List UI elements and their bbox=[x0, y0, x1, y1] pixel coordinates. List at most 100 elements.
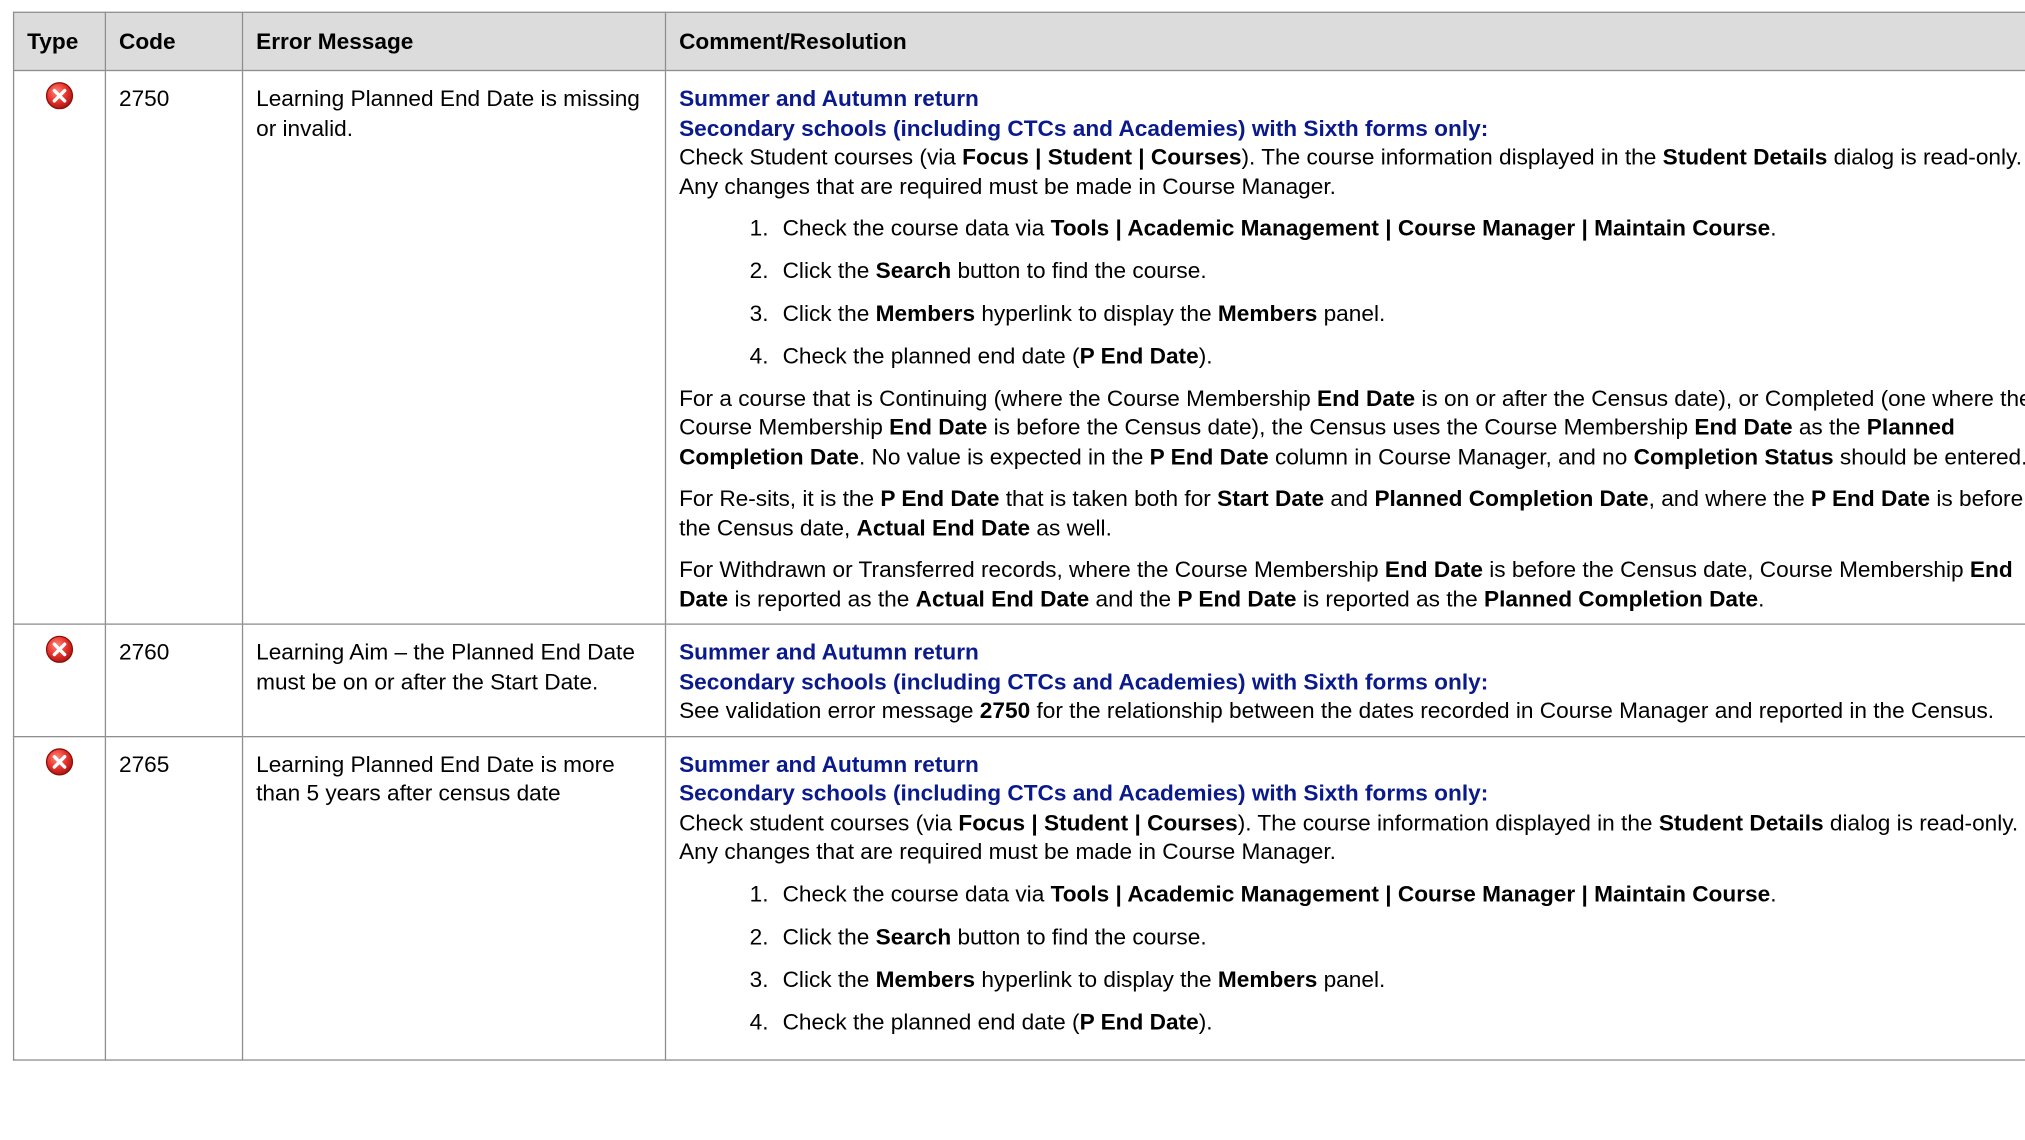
text-run: Click the bbox=[782, 965, 876, 992]
type-cell bbox=[12, 69, 107, 625]
text-run: ). The course information displayed in t… bbox=[1237, 809, 1659, 835]
comment-resolution: Summer and Autumn return Secondary school… bbox=[664, 735, 2025, 1061]
return-heading: Summer and Autumn return bbox=[679, 750, 979, 777]
bold-text: Tools | Academic Management | Course Man… bbox=[1050, 214, 1771, 241]
error-code: 2760 bbox=[104, 623, 244, 737]
bold-text: P End Date bbox=[1810, 485, 1931, 511]
text-run: . bbox=[1770, 880, 1777, 907]
text-run: is reported as the bbox=[1296, 585, 1484, 612]
text-run: Check the course data via bbox=[782, 214, 1051, 241]
text-run: is before the Census date), the Census u… bbox=[987, 413, 1695, 440]
text-run: as well. bbox=[1030, 514, 1112, 541]
bold-text: P End Date bbox=[880, 485, 1000, 511]
bold-text: Search bbox=[875, 257, 952, 284]
text-run: ). The course information displayed in t… bbox=[1241, 143, 1663, 170]
bold-text: P End Date bbox=[1149, 443, 1269, 469]
bold-text: Student Details bbox=[1662, 143, 1828, 170]
step-item: Click the Search button to find the cour… bbox=[775, 922, 2025, 951]
bold-text: Members bbox=[875, 965, 976, 992]
bold-text: Planned Completion Date bbox=[1374, 485, 1649, 511]
text-run: hyperlink to display the bbox=[975, 300, 1218, 326]
step-item: Check the course data via Tools | Academ… bbox=[775, 879, 2025, 908]
text-run: column in Course Manager, and no bbox=[1268, 443, 1634, 469]
text-run: ). bbox=[1198, 342, 1213, 369]
type-cell bbox=[12, 623, 107, 737]
text-run: Click the bbox=[782, 257, 876, 284]
error-x-icon bbox=[45, 747, 74, 775]
text-run: . bbox=[1758, 585, 1765, 612]
bold-text: Actual End Date bbox=[856, 514, 1031, 541]
bold-text: P End Date bbox=[1177, 585, 1297, 612]
bold-text: P End Date bbox=[1079, 342, 1199, 369]
text-run: should be entered. bbox=[1833, 443, 2025, 469]
bold-text: Members bbox=[875, 300, 976, 326]
intro-paragraph: See validation error message 2750 for th… bbox=[679, 696, 2025, 725]
text-run: is before the Census date, Course Member… bbox=[1482, 556, 1970, 583]
steps-list: Check the course data via Tools | Academ… bbox=[679, 879, 2025, 1036]
table-row: 2765 Learning Planned End Date is more th… bbox=[12, 735, 2025, 1061]
bold-text: Actual End Date bbox=[915, 585, 1090, 612]
col-header-error-message: Error Message bbox=[241, 11, 667, 72]
school-scope-heading: Secondary schools (including CTCs and Ac… bbox=[679, 779, 1489, 806]
bold-text: P End Date bbox=[1079, 1008, 1199, 1035]
text-run: and bbox=[1324, 485, 1375, 511]
text-run: panel. bbox=[1317, 300, 1386, 326]
step-item: Click the Members hyperlink to display t… bbox=[775, 299, 2025, 328]
text-run: Click the bbox=[782, 922, 876, 949]
col-header-comment: Comment/Resolution bbox=[664, 11, 2025, 72]
bold-text: Focus | Student | Courses bbox=[962, 143, 1242, 170]
error-x-icon bbox=[45, 635, 74, 663]
table-row: 2750 Learning Planned End Date is missing… bbox=[12, 69, 2025, 625]
error-x-icon bbox=[45, 81, 74, 110]
table-body: 2750 Learning Planned End Date is missing… bbox=[12, 69, 2025, 1061]
col-header-type: Type bbox=[12, 11, 107, 72]
bold-text: Completion Status bbox=[1633, 443, 1834, 469]
bold-text: Focus | Student | Courses bbox=[958, 809, 1238, 835]
text-run: Check student courses (via bbox=[679, 809, 959, 835]
step-item: Click the Members hyperlink to display t… bbox=[775, 964, 2025, 993]
text-run: is reported as the bbox=[728, 585, 916, 612]
intro-paragraph: Check Student courses (via Focus | Stude… bbox=[679, 142, 2025, 200]
step-item: Check the course data via Tools | Academ… bbox=[775, 213, 2025, 242]
steps-list: Check the course data via Tools | Academ… bbox=[679, 213, 2025, 370]
resolution-paragraph: For Re-sits, it is the P End Date that i… bbox=[679, 484, 2025, 542]
col-header-code: Code bbox=[104, 11, 244, 72]
type-cell bbox=[12, 735, 107, 1061]
step-item: Check the planned end date (P End Date). bbox=[775, 1007, 2025, 1036]
resolution-paragraph: For Withdrawn or Transferred records, wh… bbox=[679, 555, 2025, 613]
validation-errors-table: Type Code Error Message Comment/Resoluti… bbox=[12, 11, 2025, 1061]
text-run: for the relationship between the dates r… bbox=[1030, 697, 1995, 724]
text-run: . bbox=[1770, 214, 1777, 241]
text-run: Check the course data via bbox=[782, 880, 1051, 907]
text-run: Check the planned end date ( bbox=[782, 1008, 1080, 1035]
step-item: Check the planned end date (P End Date). bbox=[775, 341, 2025, 370]
return-heading: Summer and Autumn return bbox=[679, 85, 979, 112]
bold-text: End Date bbox=[1316, 384, 1416, 411]
text-run: that is taken both for bbox=[999, 485, 1218, 511]
bold-text: Planned Completion Date bbox=[1483, 585, 1759, 612]
text-run: For Withdrawn or Transferred records, wh… bbox=[679, 556, 1385, 583]
text-run: button to find the course. bbox=[951, 922, 1207, 949]
bold-text: End Date bbox=[889, 413, 988, 440]
text-run: , and where the bbox=[1648, 485, 1811, 511]
error-message: Learning Planned End Date is more than 5… bbox=[241, 735, 667, 1061]
error-code: 2750 bbox=[104, 69, 244, 625]
table-header-row: Type Code Error Message Comment/Resoluti… bbox=[12, 11, 2025, 72]
text-run: For Re-sits, it is the bbox=[679, 485, 881, 511]
bold-text: Student Details bbox=[1658, 809, 1824, 835]
text-run: as the bbox=[1792, 413, 1867, 440]
text-run: See validation error message bbox=[679, 697, 980, 724]
bold-text: Tools | Academic Management | Course Man… bbox=[1050, 880, 1771, 907]
comment-resolution: Summer and Autumn return Secondary school… bbox=[664, 623, 2025, 737]
comment-resolution: Summer and Autumn return Secondary school… bbox=[664, 69, 2025, 625]
text-run: panel. bbox=[1317, 965, 1386, 992]
bold-text: End Date bbox=[1694, 413, 1793, 440]
error-message: Learning Aim – the Planned End Date must… bbox=[241, 623, 667, 737]
text-run: For a course that is Continuing (where t… bbox=[679, 384, 1317, 411]
school-scope-heading: Secondary schools (including CTCs and Ac… bbox=[679, 114, 1489, 141]
text-run: . No value is expected in the bbox=[858, 443, 1150, 469]
error-message: Learning Planned End Date is missing or … bbox=[241, 69, 667, 625]
bold-text: Search bbox=[875, 922, 952, 949]
resolution-paragraph: For a course that is Continuing (where t… bbox=[679, 384, 2025, 471]
intro-paragraph: Check student courses (via Focus | Stude… bbox=[679, 808, 2025, 866]
